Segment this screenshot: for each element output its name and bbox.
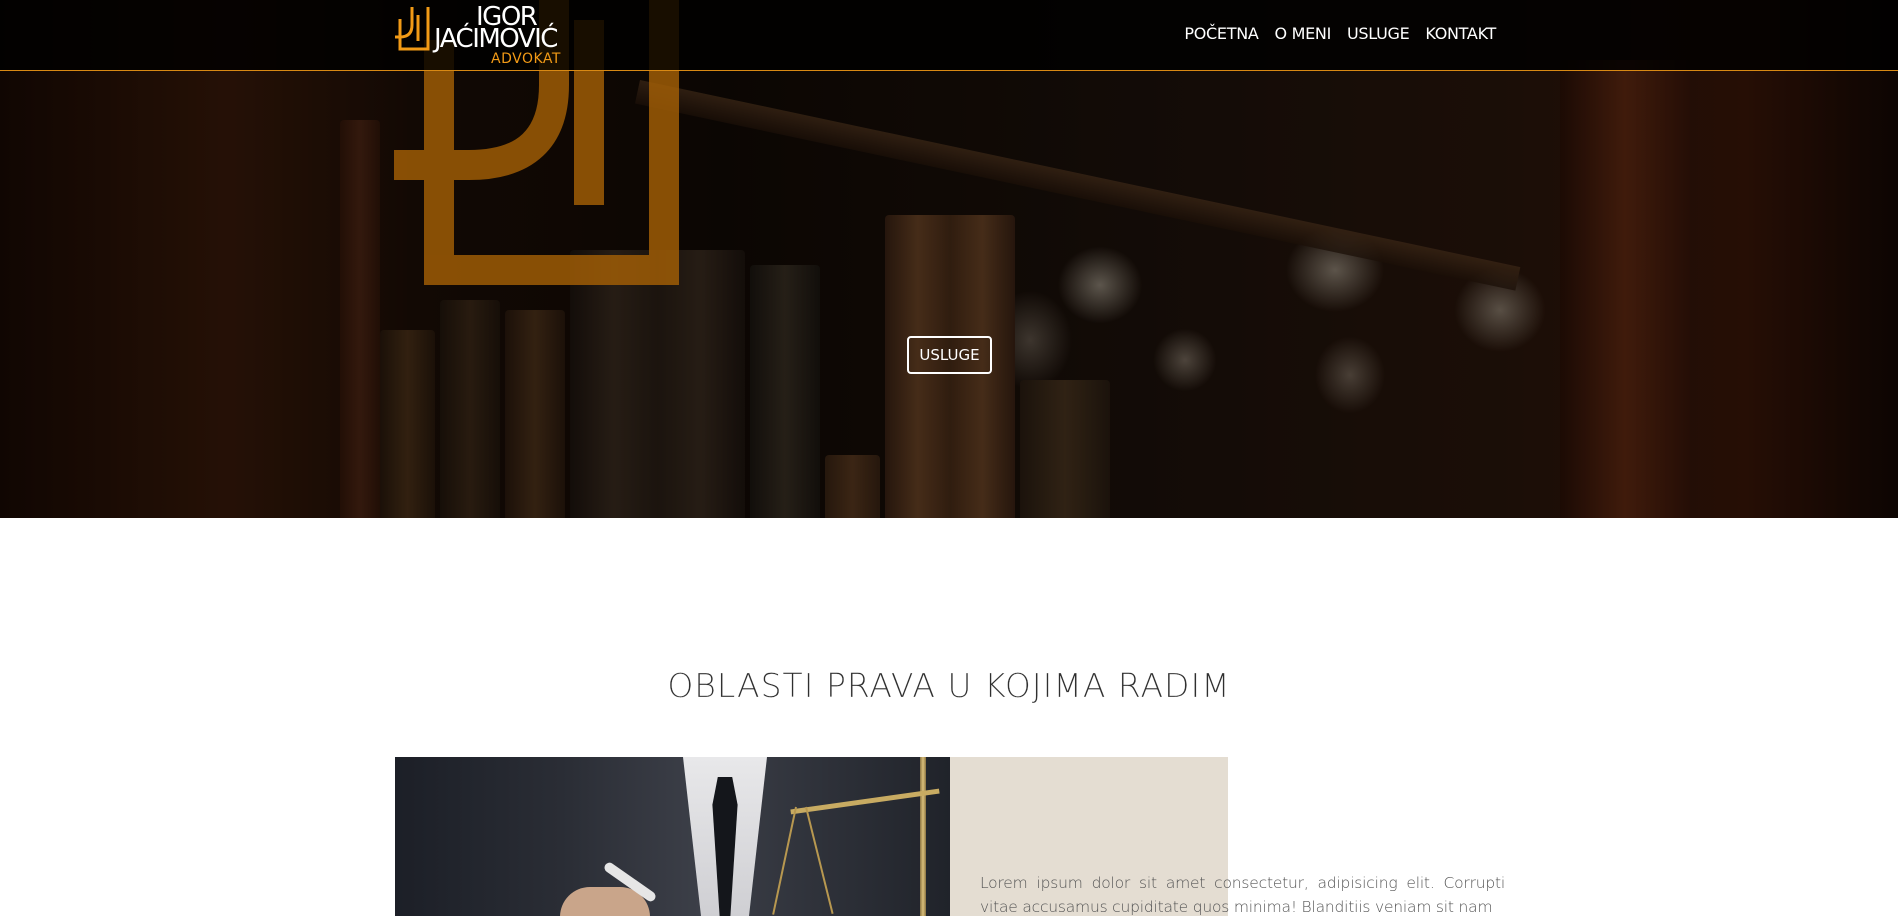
- scale-beam: [790, 788, 940, 815]
- main-nav: POČETNA O MENI USLUGE KONTAKT: [1184, 24, 1496, 43]
- nav-link-usluge[interactable]: USLUGE: [1347, 24, 1410, 43]
- service-description: Lorem ipsum dolor sit amet consectetur, …: [980, 874, 1505, 916]
- navbar: IGOR JAĆIMOVIĆ ADVOKAT POČETNA O MENI US…: [0, 0, 1898, 71]
- scale-rope: [805, 806, 834, 914]
- scale-rope: [772, 806, 797, 915]
- hero-banner: USLUGE: [0, 0, 1898, 518]
- logo-text: IGOR JAĆIMOVIĆ ADVOKAT: [434, 3, 574, 67]
- hero-overlay: [0, 0, 1898, 518]
- ij-monogram-icon: [395, 7, 430, 51]
- logo-name-last: JAĆIMOVIĆ: [434, 24, 558, 54]
- scale-pole: [920, 757, 926, 916]
- service-image: [395, 757, 950, 916]
- nav-link-o-meni[interactable]: O MENI: [1275, 24, 1332, 43]
- nav-link-pocetna[interactable]: POČETNA: [1184, 24, 1258, 43]
- hero-services-button[interactable]: USLUGE: [907, 336, 992, 374]
- section-title: OBLASTI PRAVA U KOJIMA RADIM: [667, 666, 1231, 705]
- logo-subtitle: ADVOKAT: [491, 51, 561, 67]
- site-logo[interactable]: IGOR JAĆIMOVIĆ ADVOKAT: [394, 3, 574, 67]
- nav-link-kontakt[interactable]: KONTAKT: [1425, 24, 1496, 43]
